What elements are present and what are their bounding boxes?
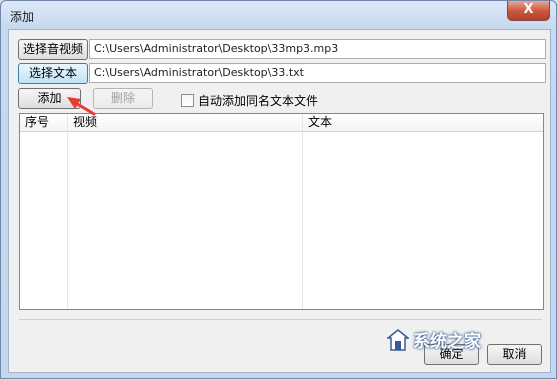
watermark: 系统之家 [387,327,481,352]
dialog-window: 添加 X 选择音视频 C:\Users\Administrator\Deskto… [0,0,557,379]
watermark-text: 系统之家 [413,332,481,352]
house-logo-icon [387,328,409,351]
annotation-arrow-icon [67,97,96,116]
